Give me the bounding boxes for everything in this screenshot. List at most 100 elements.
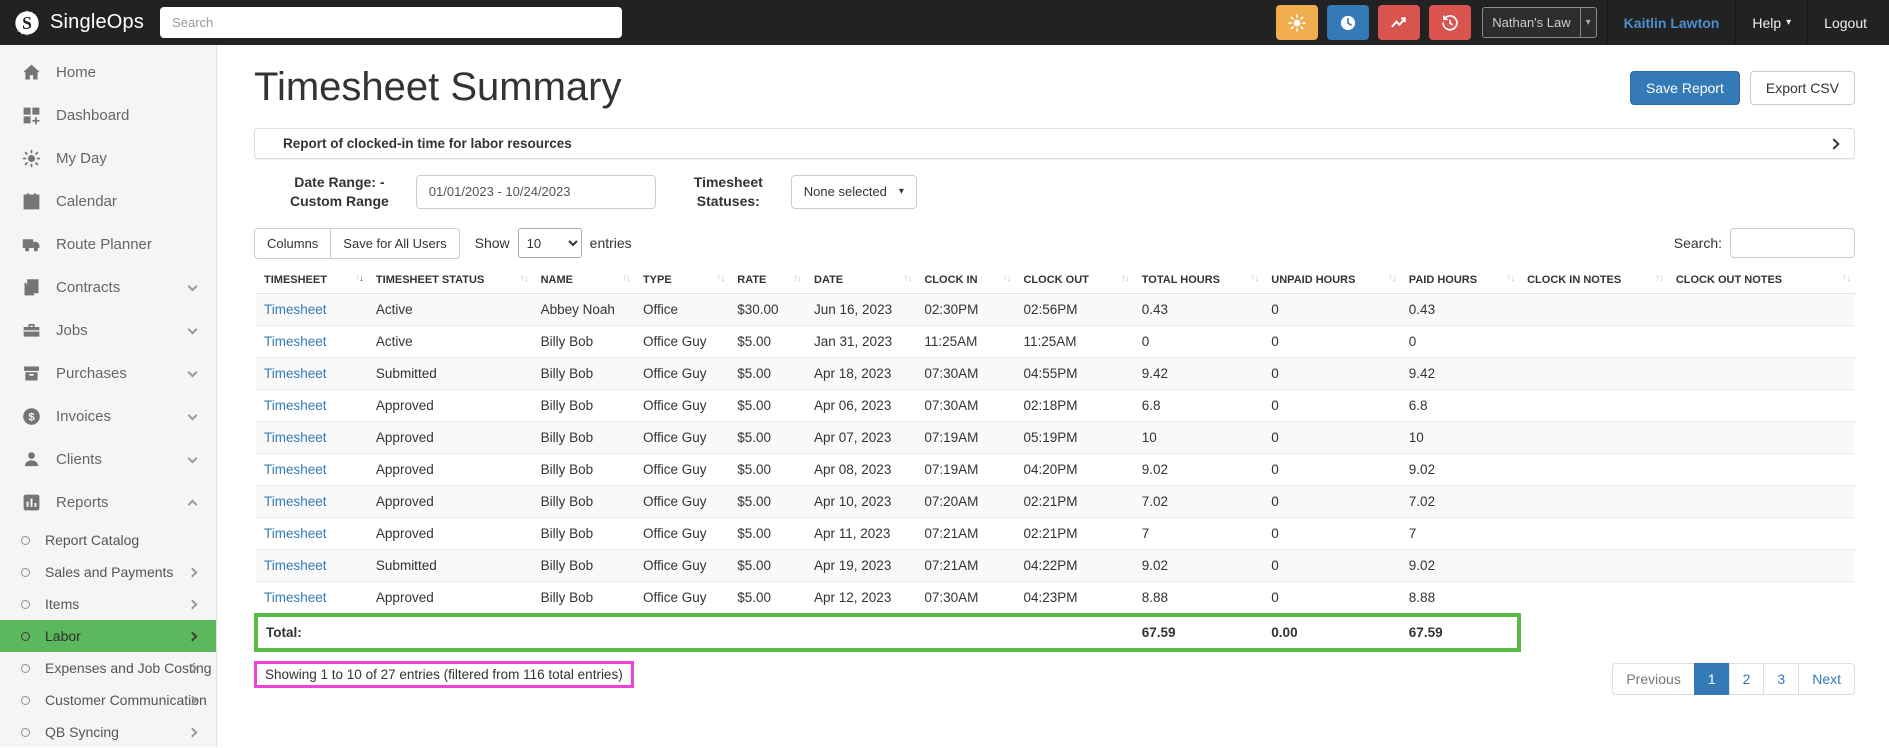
- table-search-input[interactable]: [1730, 228, 1855, 258]
- columns-button[interactable]: Columns: [254, 228, 331, 259]
- global-search-input[interactable]: [160, 7, 622, 38]
- timesheet-link[interactable]: Timesheet: [264, 334, 327, 349]
- column-header-clock-out-notes[interactable]: CLOCK OUT NOTES↑↓: [1668, 270, 1855, 294]
- pagination-page-2[interactable]: 2: [1729, 663, 1765, 695]
- timesheet-link[interactable]: Timesheet: [264, 526, 327, 541]
- sort-icon: ↑↓: [1842, 273, 1850, 284]
- sidebar: Home Dashboard My Day Calendar Route Pla…: [0, 45, 217, 747]
- sidebar-item-route-planner[interactable]: Route Planner: [0, 223, 216, 266]
- user-menu[interactable]: Kaitlin Lawton: [1607, 0, 1736, 45]
- clock-button[interactable]: [1327, 5, 1369, 40]
- caret-down-icon: ▾: [1786, 17, 1791, 28]
- sun-icon: [19, 148, 44, 169]
- sidebar-subitem-sales-and-payments[interactable]: Sales and Payments: [0, 556, 216, 588]
- sidebar-subitem-labor[interactable]: Labor: [0, 620, 216, 652]
- chevron-right-icon: [188, 567, 198, 577]
- timesheet-link[interactable]: Timesheet: [264, 494, 327, 509]
- pagination-next[interactable]: Next: [1798, 663, 1855, 695]
- sort-icon: ↑↓: [716, 273, 724, 284]
- caret-down-icon: ▾: [899, 186, 904, 197]
- quick-actions: [1276, 5, 1480, 40]
- column-header-date[interactable]: DATE↑↓: [806, 270, 916, 294]
- timesheet-link[interactable]: Timesheet: [264, 590, 327, 605]
- sidebar-item-dashboard[interactable]: Dashboard: [0, 94, 216, 137]
- company-selector[interactable]: Nathan's Law ▾: [1482, 7, 1596, 38]
- dollar-icon: $: [19, 406, 44, 427]
- column-header-clock-out[interactable]: CLOCK OUT↑↓: [1015, 270, 1133, 294]
- sidebar-item-jobs[interactable]: Jobs: [0, 309, 216, 352]
- column-header-timesheet-status[interactable]: TIMESHEET STATUS↑↓: [368, 270, 533, 294]
- box-icon: [19, 363, 44, 384]
- timesheet-link[interactable]: Timesheet: [264, 462, 327, 477]
- table-row: TimesheetApprovedBilly BobOffice Guy$5.0…: [256, 421, 1855, 453]
- table-row: TimesheetSubmittedBilly BobOffice Guy$5.…: [256, 549, 1855, 581]
- chevron-right-icon: [188, 599, 198, 609]
- sidebar-subitem-customer-communication[interactable]: Customer Communication: [0, 684, 216, 716]
- sidebar-item-contracts[interactable]: Contracts: [0, 266, 216, 309]
- history-button[interactable]: [1429, 5, 1471, 40]
- sidebar-subitem-expenses-and-job-costing[interactable]: Expenses and Job Costing: [0, 652, 216, 684]
- sort-icon: ↑↓: [1506, 273, 1514, 284]
- date-range-input[interactable]: [416, 175, 656, 209]
- column-header-timesheet[interactable]: TIMESHEET↑↓: [256, 270, 368, 294]
- logout-button[interactable]: Logout: [1807, 0, 1889, 45]
- save-for-all-users-button[interactable]: Save for All Users: [330, 228, 459, 259]
- timesheet-link[interactable]: Timesheet: [264, 430, 327, 445]
- chart-icon: [19, 492, 44, 513]
- caret-down-icon: ▾: [1580, 8, 1596, 37]
- pagination-previous[interactable]: Previous: [1612, 663, 1694, 695]
- sort-icon: ↑↓: [622, 273, 630, 284]
- sidebar-subitem-report-catalog[interactable]: Report Catalog: [0, 524, 216, 556]
- briefcase-icon: [19, 320, 44, 341]
- table-search-label: Search:: [1674, 235, 1722, 251]
- sidebar-subnav: Report Catalog Sales and Payments Items …: [0, 524, 216, 748]
- circle-bullet-icon: [21, 696, 30, 705]
- circle-bullet-icon: [21, 600, 30, 609]
- trend-button[interactable]: [1378, 5, 1420, 40]
- history-icon: [1440, 13, 1460, 33]
- column-header-rate[interactable]: RATE↑↓: [729, 270, 806, 294]
- sidebar-subitem-qb-syncing[interactable]: QB Syncing: [0, 716, 216, 748]
- report-description-panel[interactable]: Report of clocked-in time for labor reso…: [254, 128, 1855, 159]
- sidebar-subitem-items[interactable]: Items: [0, 588, 216, 620]
- pagination-page-3[interactable]: 3: [1763, 663, 1799, 695]
- column-header-paid-hours[interactable]: PAID HOURS↑↓: [1401, 270, 1519, 294]
- table-row: TimesheetApprovedBilly BobOffice Guy$5.0…: [256, 485, 1855, 517]
- column-header-clock-in-notes[interactable]: CLOCK IN NOTES↑↓: [1519, 270, 1668, 294]
- chevron-down-icon: [188, 324, 198, 334]
- sidebar-item-home[interactable]: Home: [0, 51, 216, 94]
- sort-icon: ↑↓: [520, 273, 528, 284]
- truck-icon: [19, 234, 44, 255]
- sun-button[interactable]: [1276, 5, 1318, 40]
- save-report-button[interactable]: Save Report: [1630, 71, 1740, 105]
- statuses-dropdown[interactable]: None selected ▾: [791, 175, 917, 209]
- singleops-logo[interactable]: S SingleOps: [0, 9, 160, 37]
- sidebar-item-invoices[interactable]: $ Invoices: [0, 395, 216, 438]
- chevron-down-icon: [188, 281, 198, 291]
- sidebar-item-purchases[interactable]: Purchases: [0, 352, 216, 395]
- panel-title: Report of clocked-in time for labor reso…: [283, 136, 572, 151]
- trend-icon: [1389, 13, 1409, 33]
- sidebar-item-my-day[interactable]: My Day: [0, 137, 216, 180]
- timesheet-link[interactable]: Timesheet: [264, 558, 327, 573]
- chevron-right-icon[interactable]: [1828, 138, 1839, 149]
- export-csv-button[interactable]: Export CSV: [1750, 71, 1855, 105]
- column-header-clock-in[interactable]: CLOCK IN↑↓: [916, 270, 1015, 294]
- circle-bullet-icon: [21, 664, 30, 673]
- timesheet-link[interactable]: Timesheet: [264, 398, 327, 413]
- column-header-type[interactable]: TYPE↑↓: [635, 270, 729, 294]
- page-size-select[interactable]: 10: [518, 228, 582, 258]
- column-header-unpaid-hours[interactable]: UNPAID HOURS↑↓: [1263, 270, 1401, 294]
- sidebar-item-calendar[interactable]: Calendar: [0, 180, 216, 223]
- sidebar-item-reports[interactable]: Reports: [0, 481, 216, 524]
- help-menu[interactable]: Help▾: [1735, 0, 1807, 45]
- date-range-label: Date Range: - Custom Range: [290, 173, 389, 211]
- svg-text:$: $: [28, 411, 35, 423]
- chevron-down-icon: [188, 410, 198, 420]
- pagination-page-1[interactable]: 1: [1694, 663, 1730, 695]
- sidebar-item-clients[interactable]: Clients: [0, 438, 216, 481]
- timesheet-link[interactable]: Timesheet: [264, 302, 327, 317]
- timesheet-link[interactable]: Timesheet: [264, 366, 327, 381]
- column-header-name[interactable]: NAME↑↓: [533, 270, 635, 294]
- column-header-total-hours[interactable]: TOTAL HOURS↑↓: [1134, 270, 1264, 294]
